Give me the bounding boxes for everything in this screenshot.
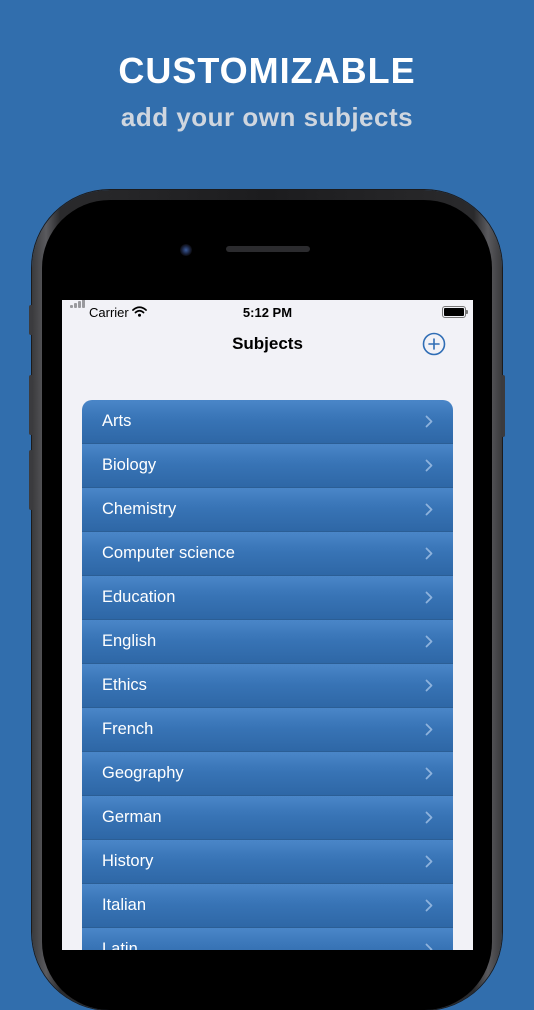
- page-title: Subjects: [232, 334, 303, 353]
- subject-label: Arts: [102, 412, 132, 430]
- mute-switch: [29, 305, 33, 335]
- subject-label: German: [102, 808, 162, 826]
- list-item[interactable]: Computer science: [82, 532, 453, 576]
- list-item[interactable]: French: [82, 708, 453, 752]
- list-item[interactable]: Geography: [82, 752, 453, 796]
- chevron-right-icon: [425, 723, 433, 741]
- list-item[interactable]: Biology: [82, 444, 453, 488]
- chevron-right-icon: [425, 899, 433, 917]
- subject-list: Arts Biology Chemistry Computer science Educ…: [82, 400, 453, 950]
- subject-label: French: [102, 720, 154, 738]
- list-item[interactable]: English: [82, 620, 453, 664]
- subject-label: Biology: [102, 456, 157, 474]
- chevron-right-icon: [425, 811, 433, 829]
- subject-label: Computer science: [102, 544, 235, 562]
- list-item[interactable]: Chemistry: [82, 488, 453, 532]
- list-item[interactable]: Education: [82, 576, 453, 620]
- chevron-right-icon: [425, 415, 433, 433]
- subject-label: History: [102, 852, 154, 870]
- battery-icon: [442, 306, 468, 318]
- chevron-right-icon: [425, 767, 433, 785]
- subject-label: Chemistry: [102, 500, 177, 518]
- promo-subheadline: add your own subjects: [120, 102, 414, 132]
- add-subject-button[interactable]: [422, 332, 446, 356]
- status-bar: Carrier 5:12 PM: [62, 300, 473, 324]
- plus-circle-icon: [422, 332, 446, 356]
- subject-label: Italian: [102, 896, 147, 914]
- chevron-right-icon: [425, 943, 433, 950]
- chevron-right-icon: [425, 635, 433, 653]
- list-item[interactable]: Arts: [82, 400, 453, 444]
- list-item[interactable]: Ethics: [82, 664, 453, 708]
- promo-headline: CUSTOMIZABLE: [118, 50, 416, 91]
- chevron-right-icon: [425, 547, 433, 565]
- subject-label: English: [102, 632, 157, 650]
- subject-label: Education: [102, 588, 176, 606]
- subject-label: Geography: [102, 764, 184, 782]
- chevron-right-icon: [425, 503, 433, 521]
- chevron-right-icon: [425, 459, 433, 477]
- subject-label: Latin: [102, 940, 138, 950]
- app-screen: Carrier 5:12 PM Subjects Arts Biology Chem…: [62, 300, 473, 950]
- subject-label: Ethics: [102, 676, 147, 694]
- list-item[interactable]: Italian: [82, 884, 453, 928]
- list-item[interactable]: History: [82, 840, 453, 884]
- power-button: [501, 375, 505, 437]
- volume-down-button: [29, 450, 33, 510]
- chevron-right-icon: [425, 679, 433, 697]
- list-item[interactable]: Latin: [82, 928, 453, 950]
- volume-up-button: [29, 375, 33, 435]
- earpiece-speaker: [226, 246, 310, 252]
- front-camera: [180, 244, 192, 256]
- chevron-right-icon: [425, 591, 433, 609]
- list-item[interactable]: German: [82, 796, 453, 840]
- chevron-right-icon: [425, 855, 433, 873]
- status-time: 5:12 PM: [242, 305, 293, 320]
